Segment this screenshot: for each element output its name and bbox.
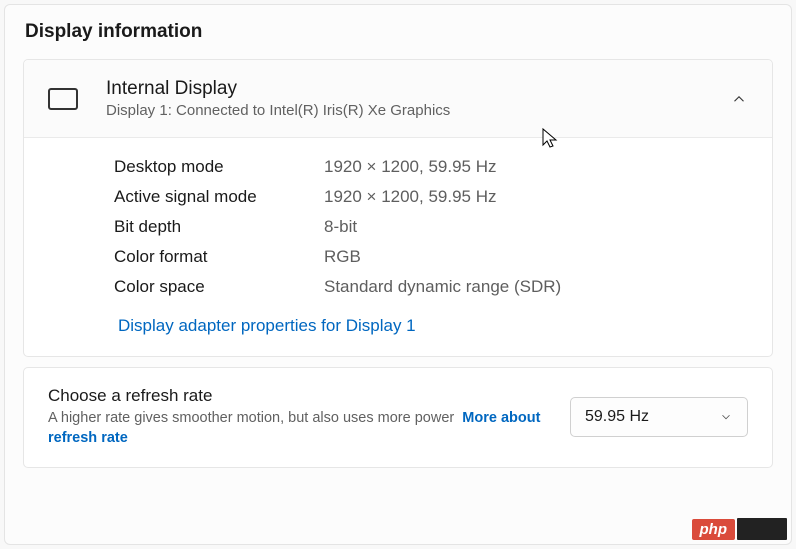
refresh-rate-dropdown[interactable]: 59.95 Hz — [570, 397, 748, 437]
monitor-icon — [48, 88, 78, 110]
display-card-header[interactable]: Internal Display Display 1: Connected to… — [24, 60, 772, 138]
refresh-title: Choose a refresh rate — [48, 386, 550, 406]
property-value: 1920 × 1200, 59.95 Hz — [324, 157, 497, 177]
refresh-rate-card: Choose a refresh rate A higher rate give… — [23, 367, 773, 468]
property-row: Desktop mode 1920 × 1200, 59.95 Hz — [114, 152, 748, 182]
property-value: 1920 × 1200, 59.95 Hz — [324, 187, 497, 207]
watermark-php: php — [692, 519, 736, 540]
display-properties: Desktop mode 1920 × 1200, 59.95 Hz Activ… — [24, 138, 772, 356]
display-card: Internal Display Display 1: Connected to… — [23, 59, 773, 357]
refresh-desc-text: A higher rate gives smoother motion, but… — [48, 410, 454, 426]
property-label: Desktop mode — [114, 157, 324, 177]
property-label: Active signal mode — [114, 187, 324, 207]
property-row: Active signal mode 1920 × 1200, 59.95 Hz — [114, 182, 748, 212]
display-subtitle: Display 1: Connected to Intel(R) Iris(R)… — [106, 102, 730, 119]
chevron-down-icon — [719, 410, 733, 424]
property-label: Bit depth — [114, 217, 324, 237]
property-value: 8-bit — [324, 217, 357, 237]
display-title: Internal Display — [106, 78, 730, 100]
adapter-properties-link[interactable]: Display adapter properties for Display 1 — [118, 316, 416, 336]
watermark-box — [737, 518, 787, 540]
property-row: Color space Standard dynamic range (SDR) — [114, 272, 748, 302]
property-value: RGB — [324, 247, 361, 267]
refresh-description: A higher rate gives smoother motion, but… — [48, 408, 550, 449]
property-row: Bit depth 8-bit — [114, 212, 748, 242]
property-label: Color format — [114, 247, 324, 267]
refresh-rate-selected: 59.95 Hz — [585, 408, 649, 426]
property-value: Standard dynamic range (SDR) — [324, 277, 561, 297]
property-label: Color space — [114, 277, 324, 297]
display-information-panel: Display information Internal Display Dis… — [4, 4, 792, 545]
chevron-up-icon — [730, 90, 748, 108]
refresh-text: Choose a refresh rate A higher rate give… — [48, 386, 550, 449]
watermark: php — [692, 518, 788, 540]
property-row: Color format RGB — [114, 242, 748, 272]
section-title: Display information — [23, 21, 773, 43]
display-header-text: Internal Display Display 1: Connected to… — [106, 78, 730, 119]
